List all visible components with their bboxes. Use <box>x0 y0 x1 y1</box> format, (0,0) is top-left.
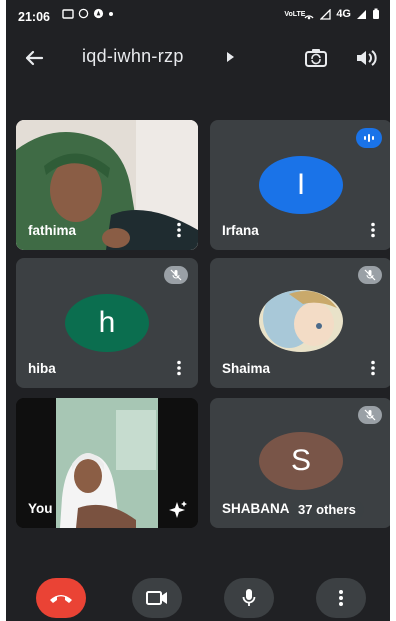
mic-icon <box>242 589 256 606</box>
participant-tile-hiba[interactable]: h hiba <box>16 258 198 388</box>
participant-tile-shabana[interactable]: S SHABANA 37 others <box>210 398 390 528</box>
battery-icon <box>373 8 379 19</box>
audio-level-icon <box>364 134 374 142</box>
switch-camera-icon[interactable] <box>302 44 330 72</box>
meeting-header: iqd-iwhn-rzp <box>6 34 390 82</box>
participant-name: Shaima <box>222 361 271 376</box>
network-type: 4G <box>336 8 351 20</box>
participant-name: fathima <box>28 223 77 238</box>
videocam-icon <box>146 591 167 605</box>
microphone-button[interactable] <box>224 578 274 618</box>
volte-label: VoLTE <box>284 10 306 18</box>
avatar-photo <box>259 290 343 352</box>
participant-tile-shaima[interactable]: Shaima <box>210 258 390 388</box>
more-vert-icon[interactable] <box>370 222 376 238</box>
back-arrow-icon[interactable] <box>20 44 48 72</box>
more-vert-icon[interactable] <box>176 360 182 376</box>
meeting-code[interactable]: iqd-iwhn-rzp <box>82 46 184 67</box>
meet-screen: 21:06 VoLTE 4G iqd-iwhn-rzp fathima I Ir… <box>6 0 390 621</box>
speaking-indicator <box>356 128 382 148</box>
notification-icons <box>62 8 114 19</box>
whatsapp-icon <box>78 8 89 19</box>
avatar: h <box>65 294 149 352</box>
more-vert-icon[interactable] <box>176 222 182 238</box>
mic-off-icon <box>364 269 376 281</box>
avatar-initial: h <box>98 306 116 339</box>
call-controls <box>6 578 390 621</box>
mic-off-indicator <box>358 266 382 284</box>
mic-off-icon <box>364 409 376 421</box>
play-arrow-icon[interactable] <box>225 51 235 63</box>
signal-full-icon <box>357 9 366 19</box>
sparkle-effects-icon[interactable] <box>168 500 188 518</box>
mic-off-indicator <box>164 266 188 284</box>
participant-name: SHABANA <box>222 501 290 516</box>
hotspot-icon <box>304 14 314 19</box>
participant-tile-fathima[interactable]: fathima <box>16 120 198 250</box>
status-bar: 21:06 VoLTE 4G <box>6 0 390 34</box>
more-vert-icon[interactable] <box>370 360 376 376</box>
participant-tile-self[interactable]: You <box>16 398 198 528</box>
mic-off-icon <box>170 269 182 281</box>
compass-icon <box>93 8 104 19</box>
avatar: I <box>259 156 343 214</box>
more-vert-icon <box>339 590 343 606</box>
others-count-chip[interactable]: 37 others <box>290 500 364 520</box>
participant-tile-irfana[interactable]: I Irfana <box>210 120 390 250</box>
cast-icon <box>62 8 74 19</box>
participant-name: hiba <box>28 361 56 376</box>
end-call-button[interactable] <box>36 578 86 618</box>
more-options-button[interactable] <box>316 578 366 618</box>
speaker-icon[interactable] <box>352 44 380 72</box>
dot-icon <box>109 11 113 16</box>
camera-button[interactable] <box>132 578 182 618</box>
mic-off-indicator <box>358 406 382 424</box>
participant-name: You <box>28 501 53 516</box>
signal-icon <box>320 8 331 20</box>
phone-hangup-icon <box>50 595 72 603</box>
avatar: S <box>259 432 343 490</box>
status-time: 21:06 <box>18 10 50 24</box>
avatar-initial: I <box>296 168 306 201</box>
status-right-icons: VoLTE 4G <box>284 8 380 20</box>
avatar-initial: S <box>290 444 311 477</box>
participant-name: Irfana <box>222 223 259 238</box>
